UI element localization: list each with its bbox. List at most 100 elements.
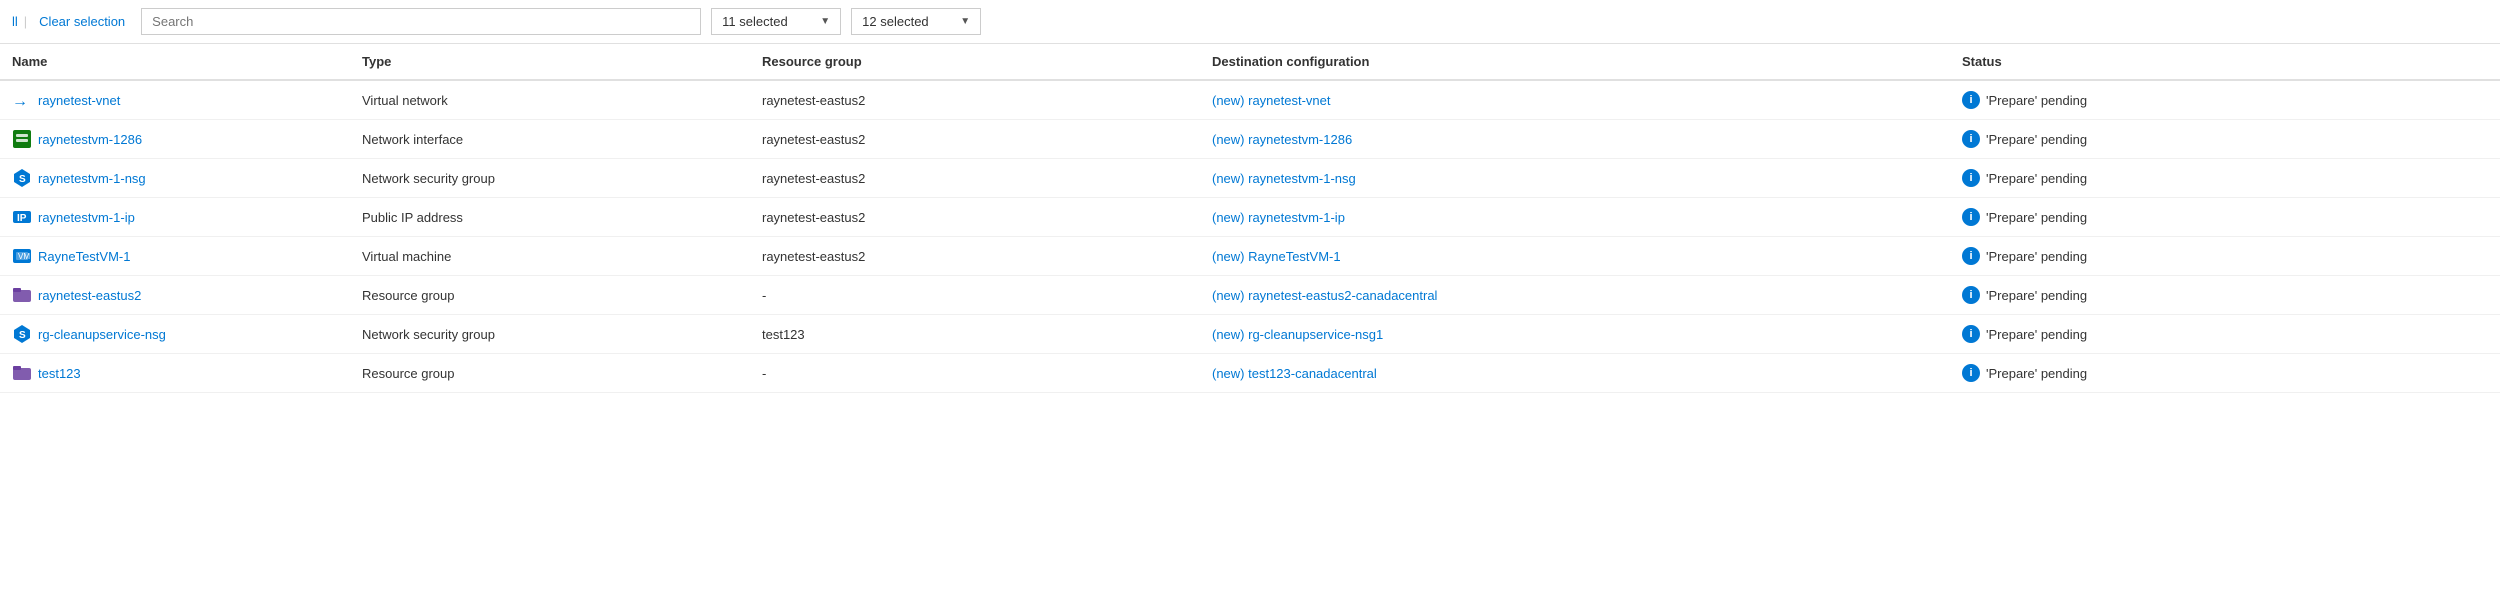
cell-dest-6: (new) rg-cleanupservice-nsg1 [1200, 315, 1950, 354]
cell-rg-0: raynetest-eastus2 [750, 80, 1200, 120]
table-row: raynetest-eastus2 Resource group - (new)… [0, 276, 2500, 315]
destination-link-4[interactable]: (new) RayneTestVM-1 [1212, 249, 1341, 264]
cell-dest-4: (new) RayneTestVM-1 [1200, 237, 1950, 276]
filter-dropdown-1-arrow: ▼ [820, 16, 830, 27]
table-row: S raynetestvm-1-nsg Network security gro… [0, 159, 2500, 198]
resource-icon-3: IP [12, 207, 32, 227]
svg-text:S: S [19, 330, 26, 341]
cell-rg-6: test123 [750, 315, 1200, 354]
search-input[interactable] [141, 8, 701, 35]
destination-link-1[interactable]: (new) raynetestvm-1286 [1212, 132, 1352, 147]
destination-link-3[interactable]: (new) raynetestvm-1-ip [1212, 210, 1345, 225]
svg-text:IP: IP [17, 213, 27, 224]
cell-status-0: i 'Prepare' pending [1950, 80, 2500, 120]
status-text-4: 'Prepare' pending [1986, 249, 2087, 264]
svg-text:S: S [19, 174, 26, 185]
cell-dest-0: (new) raynetest-vnet [1200, 80, 1950, 120]
table-row: S rg-cleanupservice-nsg Network security… [0, 315, 2500, 354]
status-text-1: 'Prepare' pending [1986, 132, 2087, 147]
cell-rg-7: - [750, 354, 1200, 393]
cell-status-4: i 'Prepare' pending [1950, 237, 2500, 276]
cell-rg-2: raynetest-eastus2 [750, 159, 1200, 198]
cell-status-7: i 'Prepare' pending [1950, 354, 2500, 393]
info-icon-0[interactable]: i [1962, 91, 1980, 109]
cell-name-0: → raynetest-vnet [0, 80, 350, 120]
table-header-row: Name Type Resource group Destination con… [0, 44, 2500, 80]
destination-link-5[interactable]: (new) raynetest-eastus2-canadacentral [1212, 288, 1437, 303]
cell-dest-3: (new) raynetestvm-1-ip [1200, 198, 1950, 237]
cell-rg-4: raynetest-eastus2 [750, 237, 1200, 276]
resource-icon-0: → [12, 90, 32, 110]
cell-dest-7: (new) test123-canadacentral [1200, 354, 1950, 393]
resource-icon-1 [12, 129, 32, 149]
destination-link-7[interactable]: (new) test123-canadacentral [1212, 366, 1377, 381]
status-text-6: 'Prepare' pending [1986, 327, 2087, 342]
toolbar: ll | Clear selection 11 selected ▼ 12 se… [0, 0, 2500, 44]
cell-status-3: i 'Prepare' pending [1950, 198, 2500, 237]
cell-type-5: Resource group [350, 276, 750, 315]
divider: | [24, 14, 27, 29]
col-header-type: Type [350, 44, 750, 80]
info-icon-1[interactable]: i [1962, 130, 1980, 148]
table-row: → raynetest-vnet Virtual network raynete… [0, 80, 2500, 120]
cell-dest-5: (new) raynetest-eastus2-canadacentral [1200, 276, 1950, 315]
info-icon-3[interactable]: i [1962, 208, 1980, 226]
cell-rg-5: - [750, 276, 1200, 315]
resource-name-link-5[interactable]: raynetest-eastus2 [38, 288, 141, 303]
cell-type-0: Virtual network [350, 80, 750, 120]
cell-status-5: i 'Prepare' pending [1950, 276, 2500, 315]
destination-link-6[interactable]: (new) rg-cleanupservice-nsg1 [1212, 327, 1383, 342]
resource-icon-2: S [12, 168, 32, 188]
status-text-2: 'Prepare' pending [1986, 171, 2087, 186]
select-all-link[interactable]: ll [12, 14, 18, 29]
resource-name-link-2[interactable]: raynetestvm-1-nsg [38, 171, 146, 186]
cell-status-2: i 'Prepare' pending [1950, 159, 2500, 198]
cell-rg-3: raynetest-eastus2 [750, 198, 1200, 237]
resource-icon-7 [12, 363, 32, 383]
table-row: VM RayneTestVM-1 Virtual machine raynete… [0, 237, 2500, 276]
col-header-status: Status [1950, 44, 2500, 80]
info-icon-5[interactable]: i [1962, 286, 1980, 304]
cell-status-6: i 'Prepare' pending [1950, 315, 2500, 354]
table-row: test123 Resource group - (new) test123-c… [0, 354, 2500, 393]
filter-dropdown-2-label: 12 selected [862, 14, 929, 29]
filter-dropdown-2[interactable]: 12 selected ▼ [851, 8, 981, 35]
cell-name-3: IP raynetestvm-1-ip [0, 198, 350, 237]
resource-name-link-4[interactable]: RayneTestVM-1 [38, 249, 130, 264]
col-header-name: Name [0, 44, 350, 80]
table-container: Name Type Resource group Destination con… [0, 44, 2500, 393]
info-icon-4[interactable]: i [1962, 247, 1980, 265]
cell-dest-2: (new) raynetestvm-1-nsg [1200, 159, 1950, 198]
destination-link-2[interactable]: (new) raynetestvm-1-nsg [1212, 171, 1356, 186]
resource-name-link-3[interactable]: raynetestvm-1-ip [38, 210, 135, 225]
filter-dropdown-1[interactable]: 11 selected ▼ [711, 8, 841, 35]
resources-table: Name Type Resource group Destination con… [0, 44, 2500, 393]
resource-icon-6: S [12, 324, 32, 344]
cell-name-4: VM RayneTestVM-1 [0, 237, 350, 276]
status-text-7: 'Prepare' pending [1986, 366, 2087, 381]
resource-icon-4: VM [12, 246, 32, 266]
info-icon-7[interactable]: i [1962, 364, 1980, 382]
destination-link-0[interactable]: (new) raynetest-vnet [1212, 93, 1331, 108]
cell-name-6: S rg-cleanupservice-nsg [0, 315, 350, 354]
svg-text:VM: VM [18, 252, 30, 261]
cell-type-6: Network security group [350, 315, 750, 354]
cell-type-7: Resource group [350, 354, 750, 393]
table-row: IP raynetestvm-1-ip Public IP address ra… [0, 198, 2500, 237]
status-text-5: 'Prepare' pending [1986, 288, 2087, 303]
resource-icon-5 [12, 285, 32, 305]
cell-dest-1: (new) raynetestvm-1286 [1200, 120, 1950, 159]
cell-rg-1: raynetest-eastus2 [750, 120, 1200, 159]
resource-name-link-6[interactable]: rg-cleanupservice-nsg [38, 327, 166, 342]
status-text-0: 'Prepare' pending [1986, 93, 2087, 108]
resource-name-link-7[interactable]: test123 [38, 366, 81, 381]
cell-name-2: S raynetestvm-1-nsg [0, 159, 350, 198]
filter-dropdown-2-arrow: ▼ [960, 16, 970, 27]
info-icon-6[interactable]: i [1962, 325, 1980, 343]
resource-name-link-1[interactable]: raynetestvm-1286 [38, 132, 142, 147]
resource-name-link-0[interactable]: raynetest-vnet [38, 93, 120, 108]
cell-name-7: test123 [0, 354, 350, 393]
svg-text:→: → [12, 93, 28, 110]
info-icon-2[interactable]: i [1962, 169, 1980, 187]
clear-selection-button[interactable]: Clear selection [33, 10, 131, 33]
